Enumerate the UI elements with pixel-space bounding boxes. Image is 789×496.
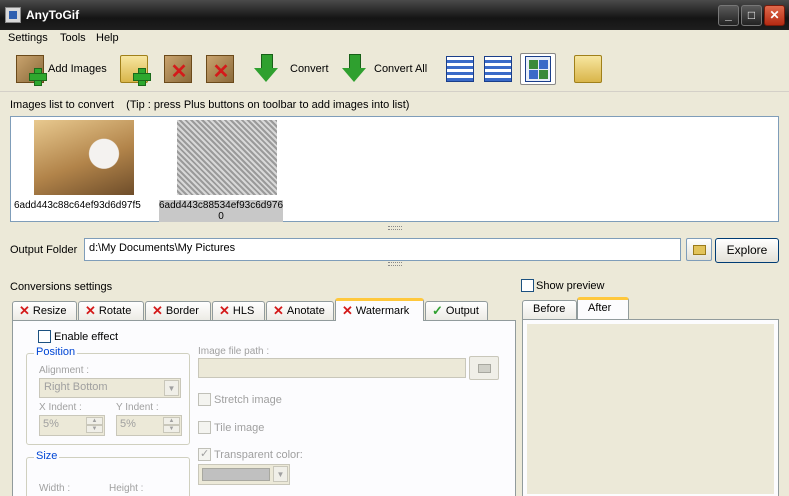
folder-icon xyxy=(693,245,706,255)
menu-bar: Settings Tools Help xyxy=(0,30,789,48)
tab-anotate[interactable]: ✕ Anotate xyxy=(266,301,334,320)
tab-before[interactable]: Before xyxy=(522,300,577,319)
disabled-x-icon: ✕ xyxy=(273,303,284,318)
x-indent-label: X Indent : xyxy=(39,402,82,413)
stepper-arrows-icon: ▲ ▼ xyxy=(163,417,180,434)
disabled-x-icon: ✕ xyxy=(342,303,353,318)
size-legend: Size xyxy=(34,450,60,462)
images-list-label: Images list to convert (Tip : press Plus… xyxy=(10,99,410,111)
y-indent-stepper[interactable]: 5% ▲ ▼ xyxy=(116,415,182,436)
enable-effect-checkbox[interactable] xyxy=(38,330,51,343)
splitter-handle[interactable] xyxy=(388,226,402,230)
folder-icon xyxy=(478,364,491,373)
browse-folder-button[interactable] xyxy=(686,238,712,261)
convert-all-button[interactable]: Convert All xyxy=(338,53,431,85)
window-title: AnyToGif xyxy=(26,8,80,22)
tile-image-checkbox[interactable] xyxy=(198,421,211,434)
disabled-x-icon: ✕ xyxy=(219,303,230,318)
output-folder-input[interactable]: d:\My Documents\My Pictures xyxy=(84,238,681,261)
images-list[interactable]: 6add443c88c64ef93d6d97f5 6add443c88534ef… xyxy=(10,116,779,222)
open-folder-icon xyxy=(574,55,602,83)
thumbnail-view-icon xyxy=(525,56,551,82)
add-folder-button[interactable] xyxy=(116,53,152,86)
browse-image-button[interactable] xyxy=(469,356,499,380)
tab-resize[interactable]: ✕ Resize xyxy=(12,301,77,320)
image-caption: 6add443c88c64ef93d6d97f5 xyxy=(14,200,141,211)
stretch-image-checkbox[interactable] xyxy=(198,393,211,406)
alignment-dropdown[interactable]: Right Bottom ▼ xyxy=(39,378,181,398)
menu-tools[interactable]: Tools xyxy=(60,32,86,44)
convert-all-arrow-icon xyxy=(342,54,366,84)
add-image-icon xyxy=(16,55,47,86)
tab-border[interactable]: ✕ Border xyxy=(145,301,211,320)
stepper-arrows-icon: ▲ ▼ xyxy=(86,417,103,434)
image-thumbnail xyxy=(177,120,277,195)
maximize-button[interactable]: □ xyxy=(741,5,762,26)
watermark-tab-page: Enable effect Position Alignment : Right… xyxy=(12,320,516,496)
y-indent-label: Y Indent : xyxy=(116,402,159,413)
menu-settings[interactable]: Settings xyxy=(8,32,48,44)
convert-all-label: Convert All xyxy=(374,63,428,75)
show-preview-label: Show preview xyxy=(536,280,605,292)
disabled-x-icon: ✕ xyxy=(85,303,96,318)
stretch-image-label: Stretch image xyxy=(214,394,282,406)
explore-button[interactable]: Explore xyxy=(715,238,779,263)
enabled-check-icon: ✓ xyxy=(432,303,443,318)
height-label: Height : xyxy=(109,483,144,494)
image-file-path-label: Image file path : xyxy=(198,346,270,357)
tab-output[interactable]: ✓ Output xyxy=(425,301,488,320)
details-view-button[interactable] xyxy=(480,53,516,85)
list-view-icon xyxy=(446,56,474,82)
convert-arrow-icon xyxy=(254,54,278,84)
show-preview-checkbox[interactable] xyxy=(521,279,534,292)
minimize-button[interactable]: _ xyxy=(718,5,739,26)
width-label: Width : xyxy=(39,483,71,494)
list-view-button[interactable] xyxy=(442,53,478,85)
preview-image-area xyxy=(527,324,774,494)
conversion-settings-label: Conversions settings xyxy=(10,281,113,293)
thumbnail-view-button[interactable] xyxy=(520,53,556,85)
details-view-icon xyxy=(484,56,512,82)
tab-after[interactable]: After xyxy=(577,297,629,319)
preview-panel xyxy=(522,319,779,496)
remove-all-icon: ✕ xyxy=(206,55,234,83)
convert-button[interactable]: Convert xyxy=(250,53,333,85)
tab-rotate[interactable]: ✕ Rotate xyxy=(78,301,144,320)
disabled-x-icon: ✕ xyxy=(152,303,163,318)
image-thumbnail xyxy=(34,120,134,195)
output-folder-label: Output Folder xyxy=(10,244,78,256)
color-swatch xyxy=(202,468,270,481)
transparent-color-label: Transparent color: xyxy=(214,449,303,461)
tab-hls[interactable]: ✕ HLS xyxy=(212,301,265,320)
chevron-down-icon: ▼ xyxy=(273,466,288,482)
add-images-button[interactable]: Add Images xyxy=(12,53,111,86)
images-list-tip: (Tip : press Plus buttons on toolbar to … xyxy=(126,99,410,111)
image-caption-selected: 6add443c88534ef93c6d976 0 xyxy=(159,200,284,222)
remove-image-button[interactable]: ✕ xyxy=(160,53,196,85)
disabled-x-icon: ✕ xyxy=(19,303,30,318)
enable-effect-label: Enable effect xyxy=(54,331,119,343)
transparent-color-dropdown[interactable]: ▼ xyxy=(198,464,290,485)
menu-help[interactable]: Help xyxy=(96,32,119,44)
toolbar: Add Images ✕ ✕ Convert Convert All xyxy=(0,48,789,92)
chevron-down-icon: ▼ xyxy=(164,380,179,396)
add-folder-icon xyxy=(120,55,151,86)
tile-image-label: Tile image xyxy=(214,422,265,434)
splitter-handle-2[interactable] xyxy=(388,262,402,266)
image-file-path-input[interactable] xyxy=(198,358,466,378)
position-legend: Position xyxy=(34,346,78,358)
convert-label: Convert xyxy=(290,63,329,75)
app-icon xyxy=(5,7,21,23)
transparent-color-checkbox[interactable] xyxy=(198,447,211,461)
open-output-folder-button[interactable] xyxy=(570,53,606,85)
alignment-label: Alignment : xyxy=(39,365,90,376)
close-button[interactable]: ✕ xyxy=(764,5,785,26)
add-images-label: Add Images xyxy=(48,63,107,75)
title-bar: AnyToGif _ □ ✕ xyxy=(0,0,789,30)
tab-watermark[interactable]: ✕ Watermark xyxy=(335,298,424,321)
remove-all-button[interactable]: ✕ xyxy=(202,53,238,85)
remove-image-icon: ✕ xyxy=(164,55,192,83)
x-indent-stepper[interactable]: 5% ▲ ▼ xyxy=(39,415,105,436)
